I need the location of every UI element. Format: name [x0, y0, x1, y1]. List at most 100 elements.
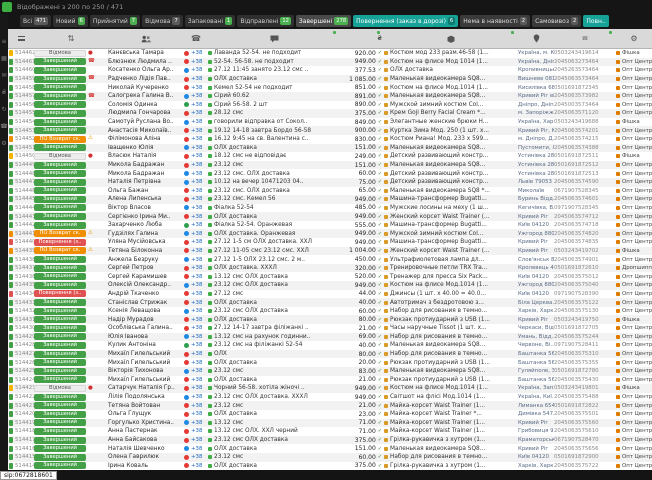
customer-name[interactable]: Радченко Лідія Пав.. [108, 75, 184, 84]
product-cell[interactable]: Набор для рисования в темно... [384, 333, 518, 342]
customer-name[interactable]: Станіслав Стрижак [108, 298, 184, 307]
customer-name[interactable]: Блюзнюк Людмила .. [108, 58, 184, 67]
table-row[interactable]: 514448 Завершений Микола Бадражан +38 23… [8, 169, 652, 178]
table-row[interactable]: 514434 Повернення (з.. Андрій Ткаченко +… [8, 290, 652, 299]
customer-name[interactable]: Тетяна Войтован [108, 401, 184, 410]
customer-name[interactable]: Алена Липенська [108, 195, 184, 204]
status-badge[interactable]: Завершений [34, 213, 86, 220]
table-row[interactable]: 514432 Завершений Ксенія Леващова +38 23… [8, 307, 652, 316]
product-cell[interactable]: Маленькая видеокамера SQ8... [384, 341, 518, 350]
status-badge[interactable]: Завершений [34, 273, 86, 280]
table-row[interactable]: 514428 Завершений Кулик Антоніна +38 23.… [8, 341, 652, 350]
table-row[interactable]: 514419 Завершений Горгулько Христина.. +… [8, 419, 652, 428]
col-header-region[interactable] [518, 29, 554, 48]
product-cell[interactable]: Костюм Риана! Мод. 233 х 599... [384, 135, 518, 144]
status-badge[interactable]: Завершений [34, 93, 86, 100]
table-row[interactable]: 514421 Завершений Тетяна Войтован +38 23… [8, 401, 652, 410]
status-badge[interactable]: Завершений [34, 333, 86, 340]
customer-name[interactable]: Канєвська Тамара [108, 49, 184, 58]
status-badge[interactable]: Завершений [34, 342, 86, 349]
table-row[interactable]: 514451 Завершений Іващенко Юлія +38 ОЛХ … [8, 144, 652, 153]
table-row[interactable]: 514458 Завершений Николай Кучеренко +38 … [8, 83, 652, 92]
customer-name[interactable]: Анжела Безруку [108, 255, 184, 264]
product-cell[interactable]: Набор для рисования в темно... [384, 350, 518, 359]
table-row[interactable]: 514459 Завершений Радченко Лідія Пав.. +… [8, 75, 652, 84]
status-badge[interactable]: Завершений [34, 256, 86, 263]
table-row[interactable]: 514423 Відмова Сатарчук Наталія Гр.. +38… [8, 384, 652, 393]
customer-name[interactable]: Віктор Власов [108, 204, 184, 213]
col-header-phone[interactable]: ☎ [184, 29, 208, 48]
product-cell[interactable]: Майка-корсет Waist Trainer (1... [384, 427, 518, 436]
status-badge[interactable]: Завершений [34, 462, 86, 469]
product-cell[interactable]: Тренажер для пресса Six Pack... [384, 272, 518, 281]
product-cell[interactable]: Мужской зимний костюм Col... [384, 101, 518, 110]
product-cell[interactable]: Маленькая видеокамера SQ8... [384, 161, 518, 170]
customer-name[interactable]: Андрій Ткаченко [108, 290, 184, 299]
product-cell[interactable]: Часы наручные Tissot (1 шт. х... [384, 324, 518, 333]
table-row[interactable]: 514416 Завершений Наталія Шевченко +38 О… [8, 444, 652, 453]
product-cell[interactable]: Маленькая видеокамера SQ8... [384, 444, 518, 453]
table-row[interactable]: 514454 Завершений Самотуй Руслана Во.. +… [8, 118, 652, 127]
app-logo[interactable] [2, 2, 12, 12]
status-badge[interactable]: ПО Возврат ск. [34, 247, 86, 254]
product-cell[interactable]: Костюм на флисе Мод 1014 (1... [384, 58, 518, 67]
finance-icon[interactable]: ₴ [2, 90, 7, 96]
customer-name[interactable]: Соломія Одинка [108, 101, 184, 110]
product-cell[interactable]: Грілка-рукавичка з хутром (1... [384, 462, 518, 471]
customer-name[interactable]: Людмила Гончарова [108, 109, 184, 118]
customer-name[interactable]: Косатенко Ольга Ар.. [108, 66, 184, 75]
status-badge[interactable]: Завершений [34, 265, 86, 272]
table-row[interactable]: 514460 Завершений Косатенко Ольга Ар.. +… [8, 66, 652, 75]
status-badge[interactable]: Завершений [34, 376, 86, 383]
col-header-price[interactable]: ₴ [340, 29, 384, 48]
status-badge[interactable]: Завершений [34, 428, 86, 435]
table-row[interactable]: 514453 Завершений Анастасія Миколаїв.. +… [8, 126, 652, 135]
table-row[interactable]: 514417 Завершений Анна Байсакова +38 23.… [8, 436, 652, 445]
status-tab[interactable]: Запаковані 1 [185, 15, 236, 27]
table-row[interactable]: 514450 Відмова Власюк Наталія +38 18.12 … [8, 152, 652, 161]
table-row[interactable]: 514441 ПО Возврат ск. Гудзілях Галина +3… [8, 229, 652, 238]
customer-name[interactable]: Сергієнко Ірина Ми.. [108, 212, 184, 221]
product-cell[interactable]: Світшот на флісі Мод.1014 (1... [384, 393, 518, 402]
product-cell[interactable]: Детский развивающий констр... [384, 178, 518, 187]
customer-name[interactable]: Самотуй Руслана Во.. [108, 118, 184, 127]
customer-name[interactable]: Микола Бадражан [108, 161, 184, 170]
table-row[interactable]: 514445 Завершений Алена Липенська +38 23… [8, 195, 652, 204]
product-cell[interactable]: Куртка Зима Мод. 250 (1 шт. х... [384, 126, 518, 135]
table-row[interactable]: 514424 Завершений Михаїл Гилельський +38… [8, 376, 652, 385]
table-row[interactable]: 514461 Завершений Блюзнюк Людмила .. +38… [8, 58, 652, 67]
product-cell[interactable]: Женский корсет Waist Trainer (... [384, 247, 518, 256]
customer-name[interactable]: Надір Мурадов [108, 315, 184, 324]
table-row[interactable]: 514462 Відмова Канєвська Тамара +38 Лава… [8, 49, 652, 58]
table-row[interactable]: 514415 Завершений Олена Гаврилюк +38 23.… [8, 453, 652, 462]
table-row[interactable]: 514422 Завершений Лілія Подолянська +38 … [8, 393, 652, 402]
product-cell[interactable]: Майка-корсет Waist Trainer *... [384, 410, 518, 419]
status-tab[interactable]: Повн.. [583, 15, 608, 27]
product-cell[interactable]: Автотримач з бездротовою з... [384, 298, 518, 307]
customer-name[interactable]: Наталія Петрівна [108, 178, 184, 187]
product-cell[interactable]: Крем Goji Berry Facial Cream *... [384, 109, 518, 118]
status-badge[interactable]: Повернення (з.. [34, 290, 86, 297]
table-row[interactable]: 514429 Завершений Юлія Іванова +38 13.12… [8, 333, 652, 342]
status-badge[interactable]: Завершений [34, 196, 86, 203]
table-row[interactable]: 514456 Завершений Соломія Одинка +38 Сір… [8, 101, 652, 110]
table-row[interactable]: 514449 Завершений Микола Бадражан +38 23… [8, 161, 652, 170]
product-cell[interactable]: Костюм на флисе Мод.1014 (1... [384, 281, 518, 290]
table-row[interactable]: 514418 Завершений Анна Пастернак +38 13.… [8, 427, 652, 436]
refresh-icon[interactable]: ↻ [1, 107, 6, 113]
customer-name[interactable]: Вікторія Тихонова [108, 367, 184, 376]
product-cell[interactable]: Костюм на флисе Мод.1014 (1... [384, 83, 518, 92]
status-badge[interactable]: Завершений [34, 84, 86, 91]
status-tab[interactable]: Відмова 7 [142, 15, 183, 27]
status-badge[interactable]: Відмова [34, 50, 86, 57]
product-cell[interactable]: Ультрафиолетовая лампа дл... [384, 255, 518, 264]
status-badge[interactable]: Завершений [34, 411, 86, 418]
customer-name[interactable]: Анна Байсакова [108, 436, 184, 445]
col-header-tracking[interactable]: ☎ [554, 29, 616, 48]
customer-name[interactable]: Лілія Подолянська [108, 393, 184, 402]
orders-icon[interactable]: ▦ [1, 56, 7, 62]
product-cell[interactable]: Женский корсет Waist Trainer (... [384, 212, 518, 221]
customer-name[interactable]: Власюк Наталія [108, 152, 184, 161]
customer-name[interactable]: Кулик Антоніна [108, 341, 184, 350]
product-cell[interactable]: Детский развивающий констр... [384, 169, 518, 178]
